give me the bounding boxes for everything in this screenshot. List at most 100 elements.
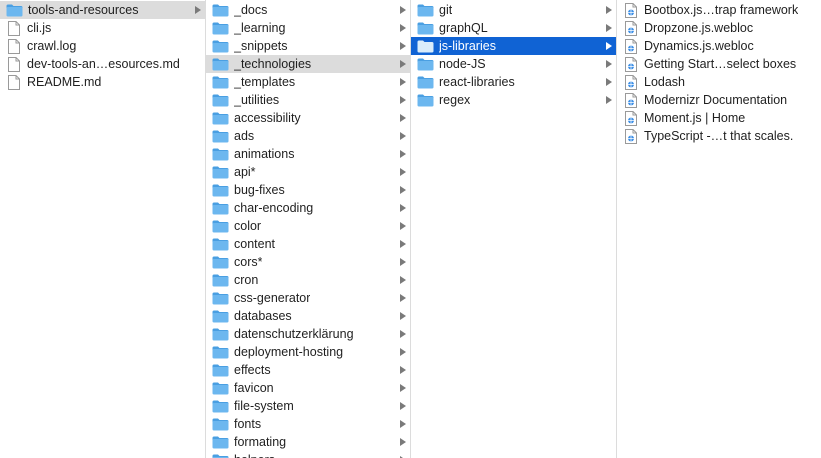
folder-item-utilities[interactable]: _utilities [206,91,410,109]
folder-icon [212,274,229,286]
folder-item-animations[interactable]: animations [206,145,410,163]
folder-icon [212,166,229,178]
folder-item-accessibility[interactable]: accessibility [206,109,410,127]
folder-item-ads[interactable]: ads [206,127,410,145]
disclosure-arrow-icon [400,366,406,374]
disclosure-arrow-icon [400,348,406,356]
folder-item-color[interactable]: color [206,217,410,235]
document-icon [8,74,20,90]
file-item-bootbox-js-trap-framework[interactable]: Bootbox.js…trap framework [617,1,821,19]
column-technologies-parent[interactable]: _docs _learning _snippets _technologies _tem… [206,0,411,458]
folder-item-datenschutzerkl-rung[interactable]: datenschutzerklärung [206,325,410,343]
item-label: fonts [234,417,262,431]
item-label: tools-and-resources [28,3,139,17]
folder-item-learning[interactable]: _learning [206,19,410,37]
file-item-dev-tools-an-esources-md[interactable]: dev-tools-an…esources.md [0,55,205,73]
disclosure-arrow-icon [606,60,612,68]
folder-icon [212,382,229,394]
webloc-file-icon [625,110,637,126]
folder-item-fonts[interactable]: fonts [206,415,410,433]
folder-item-snippets[interactable]: _snippets [206,37,410,55]
disclosure-arrow-icon [400,276,406,284]
folder-item-favicon[interactable]: favicon [206,379,410,397]
item-label: bug-fixes [234,183,285,197]
folder-item-react-libraries[interactable]: react-libraries [411,73,616,91]
file-item-readme-md[interactable]: README.md [0,73,205,91]
folder-item-databases[interactable]: databases [206,307,410,325]
webloc-file-icon [625,74,637,90]
item-label: cli.js [27,21,52,35]
folder-item-docs[interactable]: _docs [206,1,410,19]
disclosure-arrow-icon [400,24,406,32]
file-item-lodash[interactable]: Lodash [617,73,821,91]
disclosure-arrow-icon [400,258,406,266]
file-item-typescript-t-that-scales[interactable]: TypeScript -…t that scales. [617,127,821,145]
disclosure-arrow-icon [400,438,406,446]
folder-item-helpers[interactable]: helpers [206,451,410,458]
file-item-modernizr-documentation[interactable]: Modernizr Documentation [617,91,821,109]
file-item-cli-js[interactable]: cli.js [0,19,205,37]
item-label: helpers [234,451,275,458]
folder-icon [212,238,229,250]
folder-icon [212,418,229,430]
file-item-crawl-log[interactable]: crawl.log [0,37,205,55]
file-item-getting-start-select-boxes[interactable]: Getting Start…select boxes [617,55,821,73]
folder-item-css-generator[interactable]: css-generator [206,289,410,307]
folder-icon [417,40,434,52]
folder-item-git[interactable]: git [411,1,616,19]
item-label: Dynamics.js.webloc [644,39,754,53]
column-browser: tools-and-resources cli.js crawl.log dev-to… [0,0,821,458]
disclosure-arrow-icon [400,60,406,68]
folder-item-deployment-hosting[interactable]: deployment-hosting [206,343,410,361]
file-item-dynamics-js-webloc[interactable]: Dynamics.js.webloc [617,37,821,55]
column-tools-and-resources[interactable]: tools-and-resources cli.js crawl.log dev-to… [0,0,206,458]
folder-item-tools-and-resources[interactable]: tools-and-resources [0,1,205,19]
folder-item-formating[interactable]: formating [206,433,410,451]
item-label: Lodash [644,75,686,89]
item-label: content [234,237,276,251]
folder-item-cors[interactable]: cors* [206,253,410,271]
file-item-moment-js-home[interactable]: Moment.js | Home [617,109,821,127]
folder-item-technologies[interactable]: _technologies [206,55,410,73]
item-label: TypeScript -…t that scales. [644,129,794,143]
disclosure-arrow-icon [400,132,406,140]
folder-item-api[interactable]: api* [206,163,410,181]
item-label: Getting Start…select boxes [644,57,797,71]
folder-item-node-js[interactable]: node-JS [411,55,616,73]
folder-icon [417,94,434,106]
disclosure-arrow-icon [400,150,406,158]
folder-item-cron[interactable]: cron [206,271,410,289]
column-technologies[interactable]: git graphQL js-libraries node-JS react-libra… [411,0,617,458]
folder-item-bug-fixes[interactable]: bug-fixes [206,181,410,199]
item-label: Dropzone.js.webloc [644,21,754,35]
folder-icon [6,4,23,16]
folder-item-effects[interactable]: effects [206,361,410,379]
item-label: Moment.js | Home [644,111,746,125]
folder-icon [212,256,229,268]
disclosure-arrow-icon [400,240,406,248]
folder-item-graphql[interactable]: graphQL [411,19,616,37]
folder-item-js-libraries[interactable]: js-libraries [411,37,616,55]
document-icon [8,56,20,72]
disclosure-arrow-icon [606,24,612,32]
disclosure-arrow-icon [400,204,406,212]
folder-icon [212,22,229,34]
item-label: datenschutzerklärung [234,327,354,341]
disclosure-arrow-icon [606,78,612,86]
folder-icon [212,202,229,214]
folder-item-file-system[interactable]: file-system [206,397,410,415]
folder-icon [417,4,434,16]
folder-item-content[interactable]: content [206,235,410,253]
disclosure-arrow-icon [400,78,406,86]
folder-icon [212,40,229,52]
folder-item-regex[interactable]: regex [411,91,616,109]
column-js-libraries[interactable]: Bootbox.js…trap framework Dropzone.js.web… [617,0,821,458]
folder-icon [212,436,229,448]
disclosure-arrow-icon [400,42,406,50]
file-item-dropzone-js-webloc[interactable]: Dropzone.js.webloc [617,19,821,37]
folder-item-templates[interactable]: _templates [206,73,410,91]
item-label: _templates [234,75,296,89]
item-label: graphQL [439,21,488,35]
item-label: cors* [234,255,263,269]
folder-item-char-encoding[interactable]: char-encoding [206,199,410,217]
